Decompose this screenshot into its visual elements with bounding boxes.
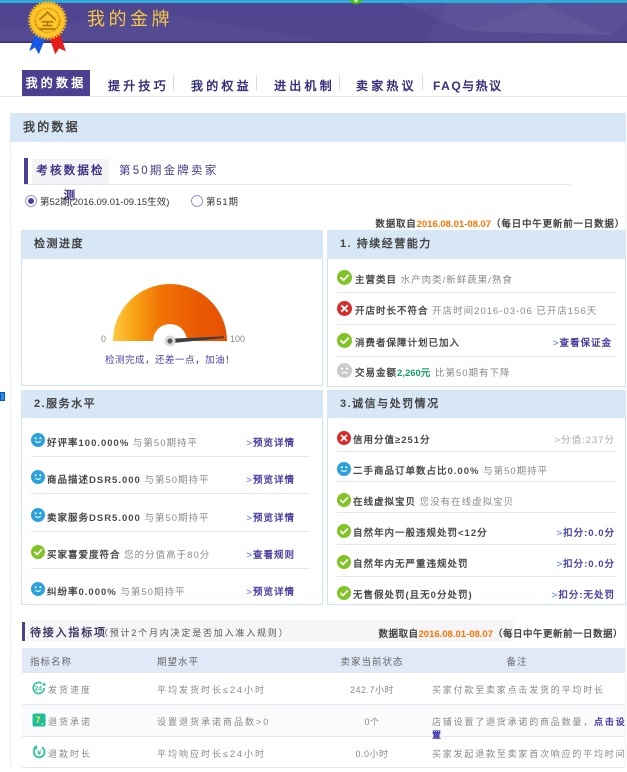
svg-text:24: 24 <box>35 686 43 693</box>
svg-text:¥: ¥ <box>37 748 42 757</box>
svg-text:7: 7 <box>35 715 40 725</box>
